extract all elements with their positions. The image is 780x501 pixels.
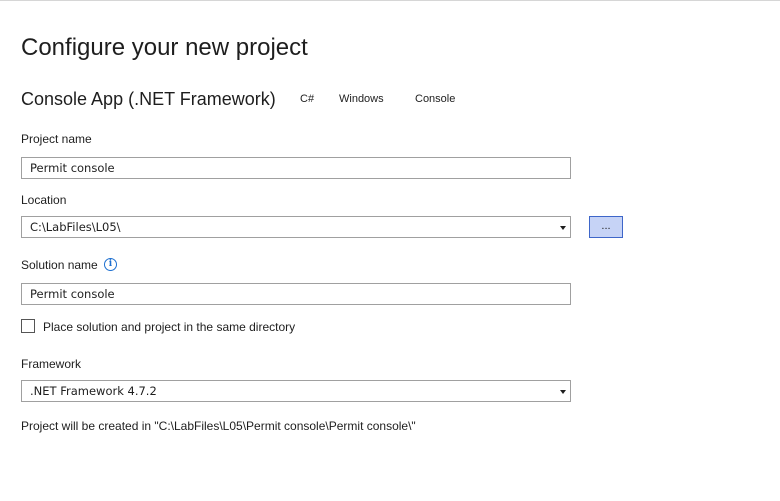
framework-label: Framework: [21, 357, 82, 371]
project-name-input[interactable]: Permit console: [21, 157, 571, 179]
solution-name-label: Solution name: [21, 258, 98, 272]
solution-name-input[interactable]: Permit console: [21, 283, 571, 305]
same-directory-label[interactable]: Place solution and project in the same d…: [43, 320, 295, 334]
info-icon[interactable]: i: [104, 258, 117, 271]
location-label: Location: [21, 193, 67, 207]
project-path-summary: Project will be created in "C:\LabFiles\…: [21, 419, 416, 433]
browse-button[interactable]: ...: [589, 216, 623, 238]
location-value: C:\LabFiles\L05\: [30, 220, 121, 234]
framework-combobox[interactable]: .NET Framework 4.7.2: [21, 380, 571, 402]
chevron-down-icon[interactable]: [560, 390, 566, 394]
template-tag-platform: Windows: [339, 93, 384, 105]
chevron-down-icon[interactable]: [560, 226, 566, 230]
framework-value: .NET Framework 4.7.2: [30, 384, 157, 398]
top-divider: [0, 0, 780, 1]
page-title: Configure your new project: [21, 34, 308, 61]
template-tag-type: Console: [415, 93, 456, 105]
template-name: Console App (.NET Framework): [21, 89, 276, 109]
same-directory-checkbox[interactable]: [21, 319, 35, 333]
location-combobox[interactable]: C:\LabFiles\L05\: [21, 216, 571, 238]
project-name-label: Project name: [21, 132, 92, 146]
template-tag-language: C#: [300, 93, 315, 105]
